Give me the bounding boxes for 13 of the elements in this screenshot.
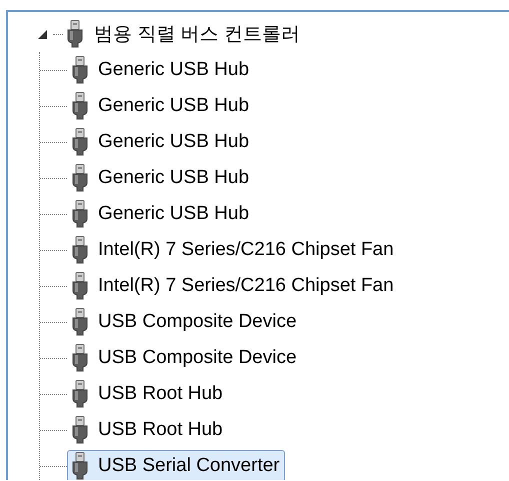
tree-item[interactable]: USB Root Hub xyxy=(67,414,228,446)
tree-item[interactable]: USB Serial Converter xyxy=(67,450,285,480)
tree-item[interactable]: Generic USB Hub xyxy=(67,162,254,194)
tree-item[interactable]: Generic USB Hub xyxy=(67,198,254,230)
tree-item[interactable]: USB Composite Device xyxy=(67,306,302,338)
tree-item[interactable]: Generic USB Hub xyxy=(67,126,254,158)
tree-item[interactable]: Generic USB Hub xyxy=(67,90,254,122)
tree-item[interactable]: Generic USB Hub xyxy=(67,54,254,86)
tree-item[interactable]: USB Composite Device xyxy=(67,342,302,374)
tree-item[interactable]: USB Root Hub xyxy=(67,378,228,410)
tree-item[interactable]: Intel(R) 7 Series/C216 Chipset Fan xyxy=(67,270,399,302)
tree-item[interactable]: 범용 직렬 버스 컨트롤러 xyxy=(83,19,305,49)
tree-item[interactable]: Intel(R) 7 Series/C216 Chipset Fan xyxy=(67,234,399,266)
